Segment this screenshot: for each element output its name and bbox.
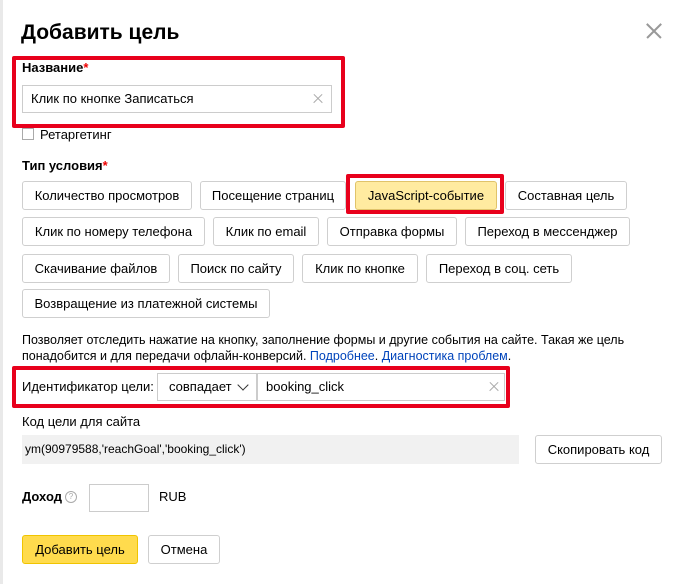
option-phone-click[interactable]: Клик по номеру телефона: [22, 217, 205, 246]
condition-description: Позволяет отследить нажатие на кнопку, з…: [22, 333, 625, 363]
site-code-value: ym(90979588,'reachGoal','booking_click'): [22, 435, 519, 464]
add-goal-dialog: Добавить цель Название* Клик по кнопке З…: [0, 0, 683, 584]
clear-icon[interactable]: [312, 93, 324, 105]
retargeting-label: Ретаргетинг: [40, 127, 112, 142]
option-site-search[interactable]: Поиск по сайту: [178, 254, 294, 283]
option-javascript-event[interactable]: JavaScript-событие: [355, 181, 497, 210]
clear-icon[interactable]: [488, 381, 500, 393]
goal-id-label: Идентификатор цели:: [22, 379, 154, 394]
income-label: Доход: [22, 489, 62, 504]
option-file-download[interactable]: Скачивание файлов: [22, 254, 170, 283]
income-input[interactable]: [89, 484, 149, 512]
option-page-views[interactable]: Количество просмотров: [22, 181, 192, 210]
question-icon[interactable]: ?: [65, 491, 77, 503]
background-strip: [0, 0, 3, 584]
link-diagnostics[interactable]: Диагностика проблем: [382, 349, 508, 363]
match-type-select[interactable]: совпадает: [157, 373, 257, 401]
option-email-click[interactable]: Клик по email: [213, 217, 319, 246]
copy-code-button[interactable]: Скопировать код: [535, 435, 662, 464]
option-payment-return[interactable]: Возвращение из платежной системы: [22, 289, 270, 318]
option-button-click[interactable]: Клик по кнопке: [302, 254, 418, 283]
match-type-value: совпадает: [169, 379, 232, 394]
link-more[interactable]: Подробнее: [310, 349, 375, 363]
site-code-label: Код цели для сайта: [22, 414, 141, 429]
option-messenger[interactable]: Переход в мессенджер: [465, 217, 630, 246]
name-label: Название*: [22, 60, 89, 75]
required-mark: *: [83, 60, 89, 75]
option-composite-goal[interactable]: Составная цель: [505, 181, 627, 210]
option-form-submit[interactable]: Отправка формы: [327, 217, 457, 246]
currency-label: RUB: [159, 489, 187, 504]
dialog-title: Добавить цель: [21, 21, 180, 44]
close-icon[interactable]: [643, 20, 665, 42]
chevron-down-icon: [237, 379, 249, 391]
retargeting-checkbox[interactable]: [22, 128, 34, 140]
goal-id-input[interactable]: booking_click: [257, 373, 505, 401]
option-page-visit[interactable]: Посещение страниц: [200, 181, 346, 210]
condition-type-label: Тип условия*: [22, 158, 108, 173]
name-input[interactable]: Клик по кнопке Записаться: [22, 85, 332, 113]
required-mark: *: [102, 158, 108, 173]
option-social-network[interactable]: Переход в соц. сеть: [426, 254, 572, 283]
cancel-button[interactable]: Отмена: [148, 535, 220, 564]
add-goal-button[interactable]: Добавить цель: [22, 535, 138, 564]
